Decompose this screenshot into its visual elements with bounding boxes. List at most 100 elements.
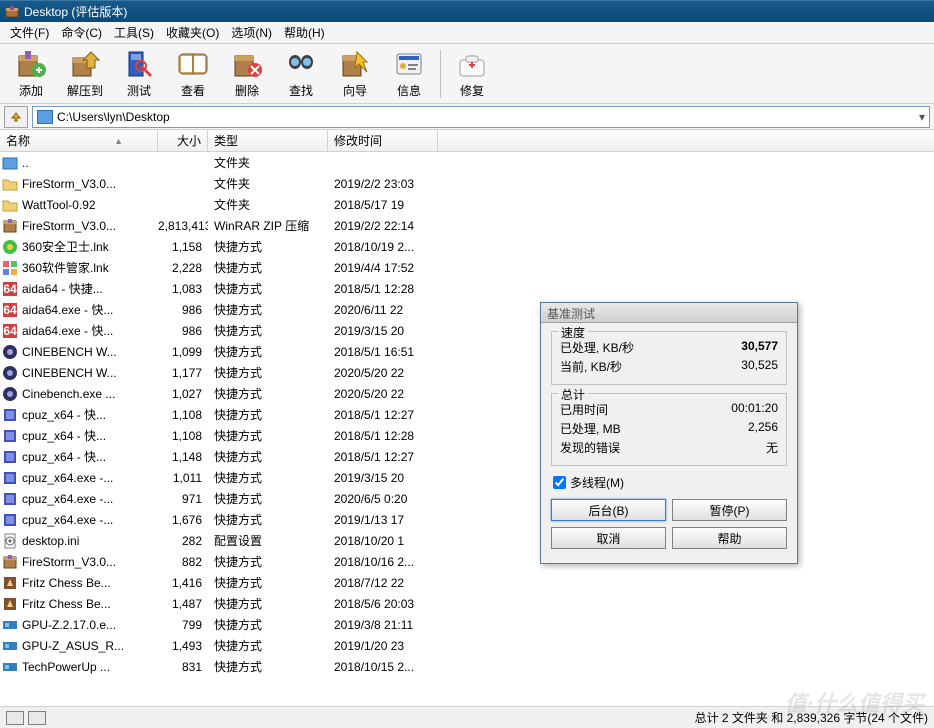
zip-icon: [2, 554, 18, 570]
file-row[interactable]: GPU-Z_ASUS_R...1,493快捷方式2019/1/20 23: [0, 635, 934, 656]
processed-kbs-label: 已处理, KB/秒: [560, 339, 634, 356]
file-size: 1,083: [158, 282, 208, 296]
menu-favorites[interactable]: 收藏夹(O): [160, 22, 225, 43]
file-type: 快捷方式: [208, 490, 328, 507]
header-size[interactable]: 大小: [158, 130, 208, 151]
file-time: 2018/10/16 2...: [328, 555, 438, 569]
file-row[interactable]: 360安全卫士.lnk1,158快捷方式2018/10/19 2...: [0, 236, 934, 257]
file-name: WattTool-0.92: [22, 198, 96, 212]
toolbar-view[interactable]: 查看: [166, 46, 220, 102]
file-time: 2019/3/15 20: [328, 471, 438, 485]
file-type: 快捷方式: [208, 364, 328, 381]
file-name: GPU-Z_ASUS_R...: [22, 639, 124, 653]
file-size: 882: [158, 555, 208, 569]
file-row[interactable]: TechPowerUp ...831快捷方式2018/10/15 2...: [0, 656, 934, 677]
toolbar-test[interactable]: 测试: [112, 46, 166, 102]
file-size: 1,108: [158, 408, 208, 422]
menu-command[interactable]: 命令(C): [55, 22, 108, 43]
file-type: 快捷方式: [208, 511, 328, 528]
file-size: 1,011: [158, 471, 208, 485]
file-size: 1,148: [158, 450, 208, 464]
file-name: Fritz Chess Be...: [22, 576, 111, 590]
header-spacer: [438, 130, 934, 151]
file-time: 2019/3/15 20: [328, 324, 438, 338]
file-type: 快捷方式: [208, 658, 328, 675]
file-row[interactable]: 360软件管家.lnk2,228快捷方式2019/4/4 17:52: [0, 257, 934, 278]
file-name: FireStorm_V3.0...: [22, 219, 116, 233]
help-button[interactable]: 帮助: [672, 527, 787, 549]
file-size: 282: [158, 534, 208, 548]
cancel-button[interactable]: 取消: [551, 527, 666, 549]
file-row[interactable]: GPU-Z.2.17.0.e...799快捷方式2019/3/8 21:11: [0, 614, 934, 635]
file-time: 2018/5/1 12:27: [328, 450, 438, 464]
file-name: 360软件管家.lnk: [22, 259, 109, 276]
file-row[interactable]: ..文件夹: [0, 152, 934, 173]
file-size: 2,813,413: [158, 219, 208, 233]
up-icon: [2, 155, 18, 171]
file-row[interactable]: FireStorm_V3.0...2,813,413WinRAR ZIP 压缩2…: [0, 215, 934, 236]
file-size: 1,487: [158, 597, 208, 611]
current-kbs-label: 当前, KB/秒: [560, 358, 622, 375]
file-time: 2018/5/1 16:51: [328, 345, 438, 359]
toolbar-extract[interactable]: 解压到: [58, 46, 112, 102]
header-type[interactable]: 类型: [208, 130, 328, 151]
cpuz-icon: [2, 449, 18, 465]
up-button[interactable]: [4, 106, 28, 128]
toolbar-wizard[interactable]: 向导: [328, 46, 382, 102]
multithread-row[interactable]: 多线程(M): [551, 474, 787, 491]
file-size: 986: [158, 324, 208, 338]
toolbar-delete[interactable]: 删除: [220, 46, 274, 102]
svg-text:64: 64: [3, 303, 17, 317]
current-kbs-value: 30,525: [741, 358, 778, 375]
file-row[interactable]: 64aida64 - 快捷...1,083快捷方式2018/5/1 12:28: [0, 278, 934, 299]
header-name[interactable]: 名称▲: [0, 130, 158, 151]
toolbar-label: 查看: [181, 82, 205, 99]
file-row[interactable]: Fritz Chess Be...1,416快捷方式2018/7/12 22: [0, 572, 934, 593]
speed-group: 速度 已处理, KB/秒30,577 当前, KB/秒30,525: [551, 331, 787, 385]
file-time: 2018/10/15 2...: [328, 660, 438, 674]
file-time: 2018/10/19 2...: [328, 240, 438, 254]
address-input[interactable]: C:\Users\lyn\Desktop ▾: [32, 106, 930, 128]
speed-group-title: 速度: [558, 324, 588, 341]
cpuz-icon: [2, 512, 18, 528]
file-name: cpuz_x64.exe -...: [22, 492, 113, 506]
file-time: 2018/5/1 12:27: [328, 408, 438, 422]
menu-help[interactable]: 帮助(H): [278, 22, 331, 43]
file-time: 2018/5/1 12:28: [328, 282, 438, 296]
cpuz-icon: [2, 428, 18, 444]
cpuz-icon: [2, 470, 18, 486]
menu-file[interactable]: 文件(F): [4, 22, 55, 43]
pause-button[interactable]: 暂停(P): [672, 499, 787, 521]
toolbar-find[interactable]: 查找: [274, 46, 328, 102]
toolbar-label: 添加: [19, 82, 43, 99]
header-time[interactable]: 修改时间: [328, 130, 438, 151]
app1-icon: [2, 239, 18, 255]
file-type: 快捷方式: [208, 322, 328, 339]
file-size: 2,228: [158, 261, 208, 275]
menu-options[interactable]: 选项(N): [225, 22, 278, 43]
toolbar-add[interactable]: 添加: [4, 46, 58, 102]
cine-icon: [2, 386, 18, 402]
cine-icon: [2, 365, 18, 381]
menu-tools[interactable]: 工具(S): [108, 22, 160, 43]
app2-icon: [2, 260, 18, 276]
file-row[interactable]: Fritz Chess Be...1,487快捷方式2018/5/6 20:03: [0, 593, 934, 614]
toolbar-info[interactable]: 信息: [382, 46, 436, 102]
file-time: 2020/6/5 0:20: [328, 492, 438, 506]
status-icon-2: [28, 711, 46, 725]
errors-value: 无: [766, 439, 778, 456]
fritz-icon: [2, 575, 18, 591]
file-name: cpuz_x64.exe -...: [22, 513, 113, 527]
file-row[interactable]: WattTool-0.92文件夹2018/5/17 19: [0, 194, 934, 215]
benchmark-dialog: 基准测试 速度 已处理, KB/秒30,577 当前, KB/秒30,525 总…: [540, 302, 798, 564]
toolbar-repair[interactable]: 修复: [445, 46, 499, 102]
dropdown-icon[interactable]: ▾: [919, 110, 925, 124]
file-time: 2019/1/13 17: [328, 513, 438, 527]
file-row[interactable]: FireStorm_V3.0...文件夹2019/2/2 23:03: [0, 173, 934, 194]
file-type: 文件夹: [208, 154, 328, 171]
multithread-checkbox[interactable]: [553, 476, 566, 489]
svg-text:64: 64: [3, 282, 17, 296]
file-size: 1,099: [158, 345, 208, 359]
file-time: 2018/5/17 19: [328, 198, 438, 212]
background-button[interactable]: 后台(B): [551, 499, 666, 521]
